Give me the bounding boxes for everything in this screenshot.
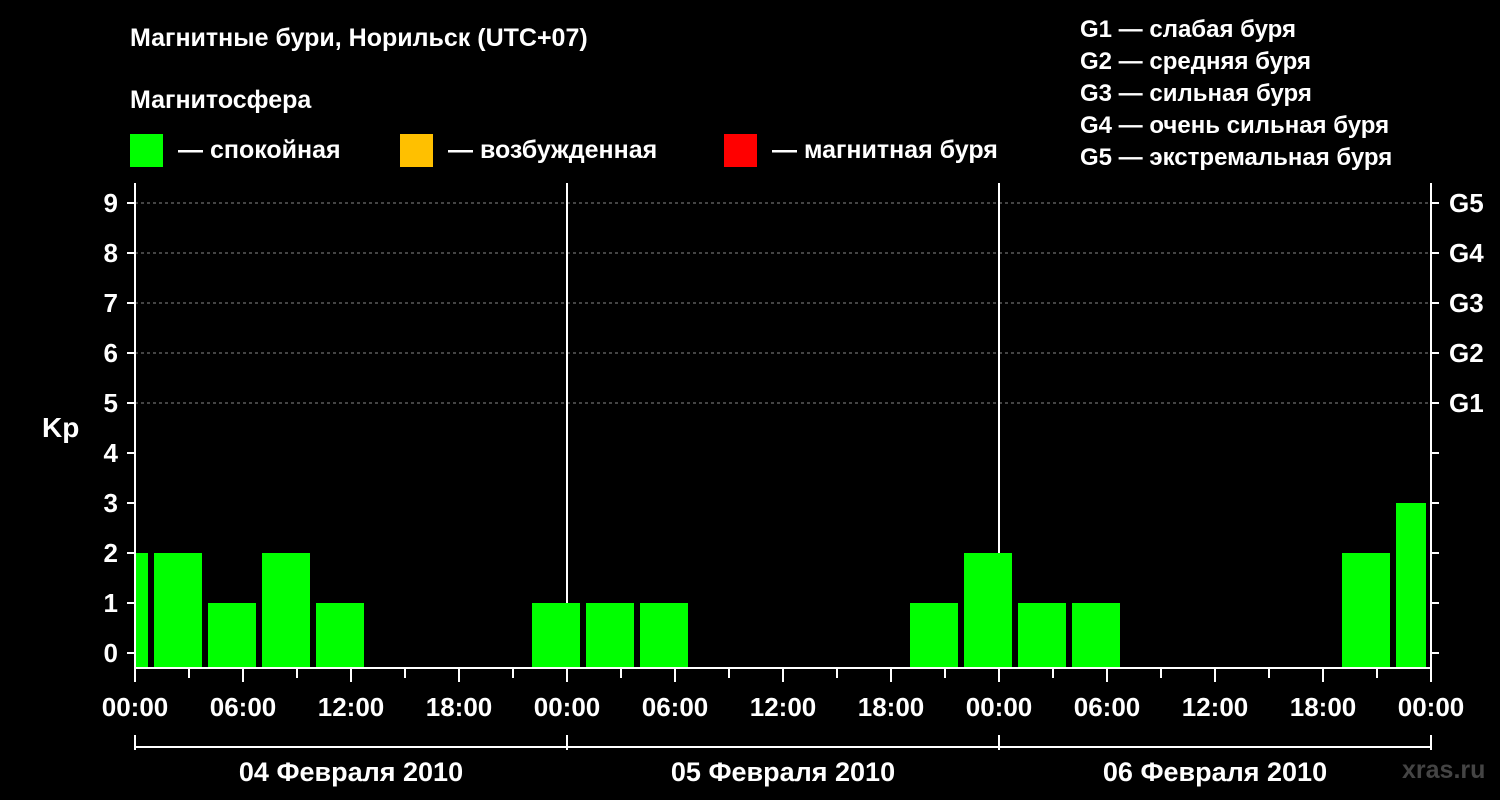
kp-bar [1396,503,1426,668]
x-tick-label: 06:00 [642,692,709,722]
x-tick-label: 12:00 [750,692,817,722]
kp-bar [586,603,634,668]
kp-bar [532,603,580,668]
kp-bar [1072,603,1120,668]
g-tick-label: G5 [1449,188,1484,218]
x-tick-label: 12:00 [318,692,385,722]
g-tick-label: G1 [1449,388,1484,418]
kp-bar [964,553,1012,668]
x-tick-label: 18:00 [426,692,493,722]
kp-bar [154,553,202,668]
y-tick-label: 5 [104,388,118,418]
y-tick-label: 2 [104,538,118,568]
kp-bar [208,603,256,668]
date-label: 05 Февраля 2010 [671,757,895,787]
y-tick-label: 3 [104,488,118,518]
x-tick-label: 06:00 [1074,692,1141,722]
x-tick-label: 18:00 [858,692,925,722]
kp-bar [136,553,148,668]
x-tick-label: 00:00 [1398,692,1465,722]
g-tick-label: G3 [1449,288,1484,318]
x-tick-label: 00:00 [966,692,1033,722]
y-tick-label: 4 [104,438,119,468]
kp-bar [262,553,310,668]
y-tick-label: 1 [104,588,118,618]
x-tick-label: 18:00 [1290,692,1357,722]
kp-bar [316,603,364,668]
y-tick-label: 6 [104,338,118,368]
kp-bar [1342,553,1390,668]
y-axis-label: Kp [42,412,79,443]
kp-bar [910,603,958,668]
x-tick-label: 06:00 [210,692,277,722]
y-tick-label: 7 [104,288,118,318]
kp-bar [1018,603,1066,668]
y-tick-label: 0 [104,638,118,668]
date-label: 04 Февраля 2010 [239,757,463,787]
kp-bar-chart: 0 1 2 3 4 5 6 7 8 9 G1 G2 G3 G4 G5 Kp 00:00 06:00 12:00 18:… [42,183,1484,787]
kp-bar [640,603,688,668]
date-label: 06 Февраля 2010 [1103,757,1327,787]
x-tick-label: 00:00 [102,692,169,722]
y-tick-label: 9 [104,188,118,218]
g-tick-label: G2 [1449,338,1484,368]
x-tick-label: 00:00 [534,692,601,722]
g-tick-label: G4 [1449,238,1484,268]
site-credit: xras.ru [1402,756,1486,784]
y-tick-label: 8 [104,238,118,268]
x-tick-label: 12:00 [1182,692,1249,722]
